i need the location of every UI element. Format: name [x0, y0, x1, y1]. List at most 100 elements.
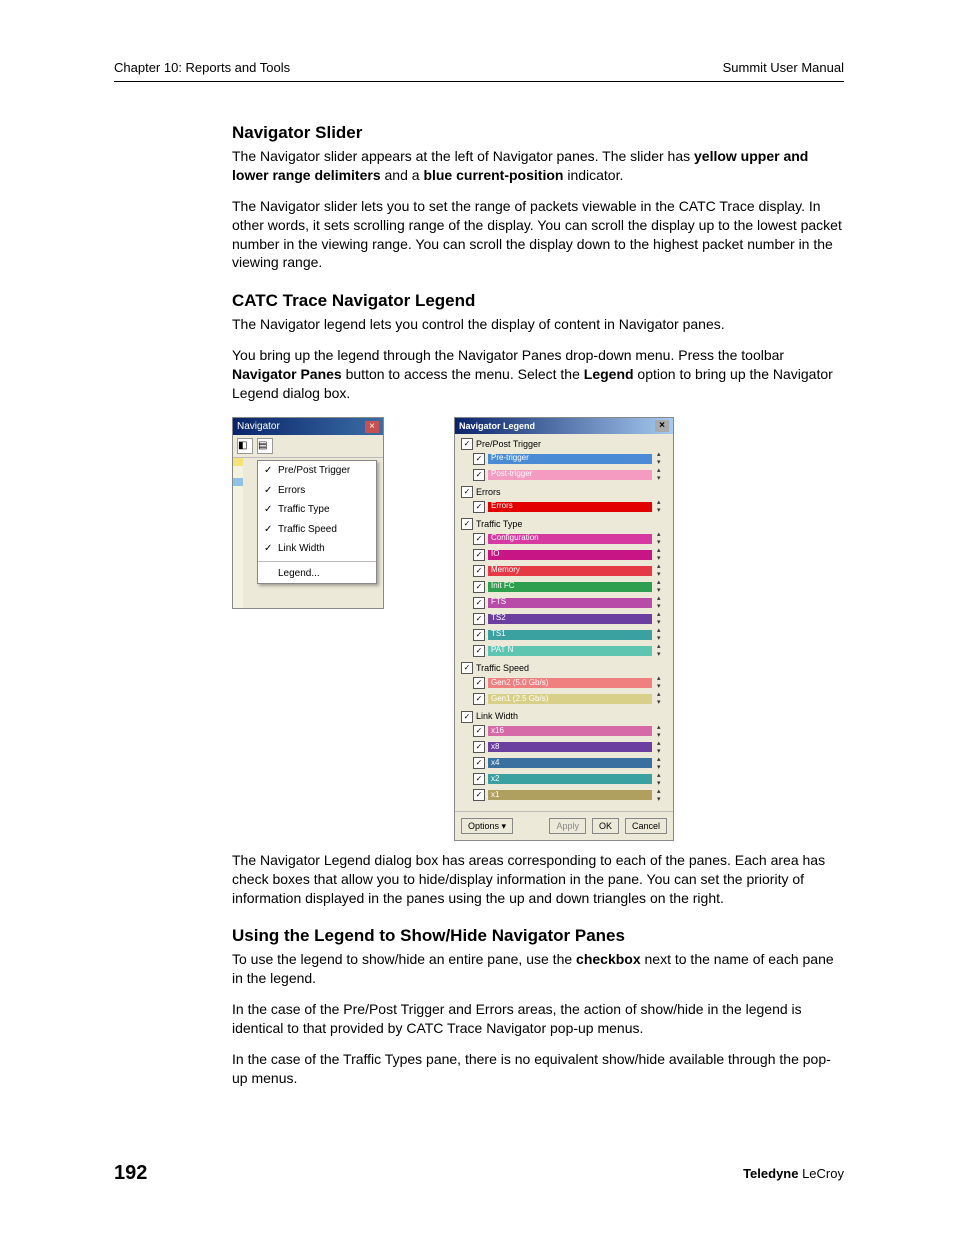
checkbox[interactable]: ✓	[473, 565, 485, 577]
color-swatch: Gen1 (2.5 Gb/s)	[488, 694, 652, 704]
color-swatch: Pre-trigger	[488, 454, 652, 464]
header-left: Chapter 10: Reports and Tools	[114, 60, 290, 75]
legend-row: ✓Errors▴▾	[473, 499, 667, 514]
color-swatch: Init FC	[488, 582, 652, 592]
check-icon: ✓	[264, 503, 278, 517]
color-swatch: x1	[488, 790, 652, 800]
checkbox[interactable]: ✓	[461, 486, 473, 498]
priority-arrows[interactable]: ▴▾	[657, 563, 667, 578]
check-icon: ✓	[264, 523, 278, 537]
checkbox[interactable]: ✓	[461, 438, 473, 450]
legend-row: ✓x2▴▾	[473, 772, 667, 787]
legend-row: ✓TS2▴▾	[473, 611, 667, 626]
color-swatch: FTS	[488, 598, 652, 608]
checkbox[interactable]: ✓	[473, 645, 485, 657]
checkbox[interactable]: ✓	[473, 533, 485, 545]
priority-arrows[interactable]: ▴▾	[657, 643, 667, 658]
legend-row: ✓PAT N ▴▾	[473, 643, 667, 658]
priority-arrows[interactable]: ▴▾	[657, 675, 667, 690]
priority-arrows[interactable]: ▴▾	[657, 595, 667, 610]
priority-arrows[interactable]: ▴▾	[657, 451, 667, 466]
toolbar-icon[interactable]: ▤	[257, 438, 273, 454]
header-right: Summit User Manual	[723, 60, 844, 75]
legend-group-header: ✓Traffic Type	[461, 518, 667, 530]
priority-arrows[interactable]: ▴▾	[657, 499, 667, 514]
check-icon: ✓	[264, 484, 278, 498]
toolbar-icon[interactable]: ◧	[237, 438, 253, 454]
priority-arrows[interactable]: ▴▾	[657, 756, 667, 771]
checkbox[interactable]: ✓	[473, 757, 485, 769]
menu-item[interactable]: ✓Traffic Speed	[258, 520, 376, 540]
check-icon: ✓	[264, 464, 278, 478]
checkbox[interactable]: ✓	[473, 501, 485, 513]
section-title-1: Navigator Slider	[232, 122, 844, 145]
color-swatch: Gen2 (5.0 Gb/s)	[488, 678, 652, 688]
menu-item[interactable]: ✓Link Width	[258, 539, 376, 559]
priority-arrows[interactable]: ▴▾	[657, 740, 667, 755]
priority-arrows[interactable]: ▴▾	[657, 547, 667, 562]
checkbox[interactable]: ✓	[473, 629, 485, 641]
checkbox[interactable]: ✓	[473, 549, 485, 561]
sec2-p2: You bring up the legend through the Navi…	[232, 346, 844, 403]
priority-arrows[interactable]: ▴▾	[657, 579, 667, 594]
priority-arrows[interactable]: ▴▾	[657, 691, 667, 706]
priority-arrows[interactable]: ▴▾	[657, 611, 667, 626]
sec3-p1: To use the legend to show/hide an entire…	[232, 950, 844, 988]
navigator-slider[interactable]	[233, 458, 243, 608]
sec1-p2: The Navigator slider lets you to set the…	[232, 197, 844, 273]
color-swatch: IO	[488, 550, 652, 560]
checkbox[interactable]: ✓	[473, 741, 485, 753]
menu-item[interactable]: ✓Errors	[258, 481, 376, 501]
sec1-p1: The Navigator slider appears at the left…	[232, 147, 844, 185]
legend-row: ✓Configuration▴▾	[473, 531, 667, 546]
checkbox[interactable]: ✓	[473, 773, 485, 785]
close-icon[interactable]: ×	[365, 421, 379, 433]
navigator-legend-dialog: Navigator Legend × ✓Pre/Post Trigger✓Pre…	[454, 417, 674, 841]
legend-row: ✓Memory ▴▾	[473, 563, 667, 578]
apply-button[interactable]: Apply	[549, 818, 586, 834]
menu-item[interactable]: ✓Traffic Type	[258, 500, 376, 520]
close-icon[interactable]: ×	[655, 420, 669, 432]
checkbox[interactable]: ✓	[473, 581, 485, 593]
checkbox[interactable]: ✓	[461, 662, 473, 674]
color-swatch: x4	[488, 758, 652, 768]
ok-button[interactable]: OK	[592, 818, 619, 834]
legend-row: ✓IO ▴▾	[473, 547, 667, 562]
priority-arrows[interactable]: ▴▾	[657, 788, 667, 803]
priority-arrows[interactable]: ▴▾	[657, 772, 667, 787]
checkbox[interactable]: ✓	[473, 725, 485, 737]
priority-arrows[interactable]: ▴▾	[657, 531, 667, 546]
color-swatch: PAT N	[488, 646, 652, 656]
section-title-3: Using the Legend to Show/Hide Navigator …	[232, 925, 844, 948]
sec3-p3: In the case of the Traffic Types pane, t…	[232, 1050, 844, 1088]
checkbox[interactable]: ✓	[473, 453, 485, 465]
legend-group-header: ✓Link Width	[461, 710, 667, 722]
checkbox[interactable]: ✓	[473, 613, 485, 625]
legend-row: ✓x16 ▴▾	[473, 724, 667, 739]
checkbox[interactable]: ✓	[473, 677, 485, 689]
priority-arrows[interactable]: ▴▾	[657, 724, 667, 739]
page-number: 192	[114, 1162, 147, 1185]
color-swatch: Post-trigger	[488, 470, 652, 480]
color-swatch: x16	[488, 726, 652, 736]
priority-arrows[interactable]: ▴▾	[657, 467, 667, 482]
color-swatch: Memory	[488, 566, 652, 576]
color-swatch: TS1	[488, 630, 652, 640]
checkbox[interactable]: ✓	[461, 518, 473, 530]
menu-item[interactable]: ✓Pre/Post Trigger	[258, 461, 376, 481]
legend-row: ✓x4 ▴▾	[473, 756, 667, 771]
checkbox[interactable]: ✓	[473, 693, 485, 705]
legend-row: ✓Gen2 (5.0 Gb/s) ▴▾	[473, 675, 667, 690]
checkbox[interactable]: ✓	[461, 711, 473, 723]
sec2-p1: The Navigator legend lets you control th…	[232, 315, 844, 334]
checkbox[interactable]: ✓	[473, 789, 485, 801]
legend-row: ✓x1 ▴▾	[473, 788, 667, 803]
footer-brand: Teledyne LeCroy	[743, 1166, 844, 1181]
menu-item-legend[interactable]: Legend...	[258, 564, 376, 584]
options-button[interactable]: Options ▾	[461, 818, 513, 834]
checkbox[interactable]: ✓	[473, 597, 485, 609]
legend-row: ✓TS1 ▴▾	[473, 627, 667, 642]
checkbox[interactable]: ✓	[473, 469, 485, 481]
cancel-button[interactable]: Cancel	[625, 818, 667, 834]
priority-arrows[interactable]: ▴▾	[657, 627, 667, 642]
